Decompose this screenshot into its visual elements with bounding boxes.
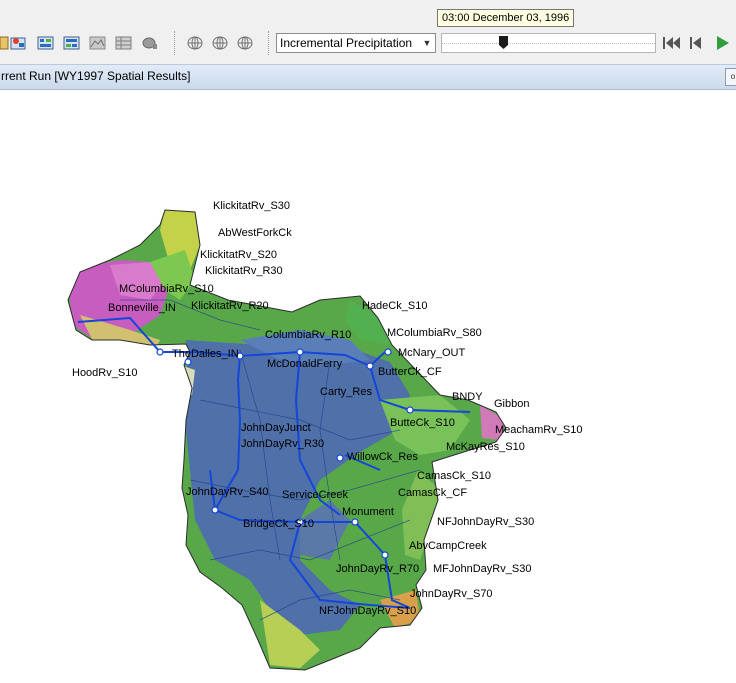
chevron-down-icon: ▼ <box>422 38 432 48</box>
map-label[interactable]: KlickitatRv_R20 <box>191 300 269 312</box>
window-titlebar: rrent Run [WY1997 Spatial Results] o <box>0 64 736 90</box>
map-label[interactable]: TheDalles_IN <box>172 348 239 360</box>
map-label[interactable]: NFJohnDayRv_S10 <box>319 605 416 617</box>
map-label[interactable]: McKayRes_S10 <box>446 441 525 453</box>
map-label[interactable]: MColumbiaRv_S10 <box>119 283 214 295</box>
compute-run-icon[interactable] <box>10 34 28 52</box>
map-label[interactable]: JohnDayRv_S40 <box>186 486 269 498</box>
map-label[interactable]: JohnDayRv_S70 <box>410 588 493 600</box>
toolbar-separator <box>268 31 270 55</box>
map-label[interactable]: Carty_Res <box>320 386 372 398</box>
map-label[interactable]: AbWestForkCk <box>218 227 292 239</box>
globe-grid-icon[interactable] <box>211 34 229 52</box>
parameter-select-value: Incremental Precipitation <box>280 36 413 50</box>
time-slider-thumb[interactable] <box>499 36 508 50</box>
map-label[interactable]: Gibbon <box>494 398 529 410</box>
terrain-icon[interactable] <box>89 34 107 52</box>
step-back-icon[interactable] <box>687 34 705 52</box>
compute-run-alt-icon[interactable] <box>37 34 55 52</box>
map-label[interactable]: HadeCk_S10 <box>362 300 427 312</box>
window-menu-button[interactable]: o <box>725 68 736 86</box>
map-label[interactable]: ColumbiaRv_R10 <box>265 329 351 341</box>
map-label[interactable]: CamasCk_S10 <box>417 470 491 482</box>
time-tooltip: 03:00 December 03, 1996 <box>437 9 575 27</box>
map-label[interactable]: Bonneville_IN <box>108 302 176 314</box>
parameter-select[interactable]: Incremental Precipitation ▼ <box>276 33 436 53</box>
map-label[interactable]: MColumbiaRv_S80 <box>387 327 482 339</box>
map-label[interactable]: AbvCampCreek <box>409 540 487 552</box>
map-label[interactable]: HoodRv_S10 <box>72 367 137 379</box>
time-slider-track <box>442 43 655 44</box>
rewind-start-icon[interactable] <box>661 34 680 52</box>
toolbar: Incremental Precipitation ▼ 03:00 Decemb… <box>0 0 736 64</box>
map-label[interactable]: ServiceCreek <box>282 489 348 501</box>
map-label[interactable]: JohnDayRv_R30 <box>241 438 324 450</box>
map-label[interactable]: JohnDayRv_R70 <box>336 563 419 575</box>
map-label[interactable]: KlickitatRv_R30 <box>205 265 283 277</box>
map-label[interactable]: McDonaldFerry <box>267 358 342 370</box>
map-label[interactable]: KlickitatRv_S30 <box>213 200 290 212</box>
map-label[interactable]: McNary_OUT <box>398 347 465 359</box>
table-icon[interactable] <box>115 34 133 52</box>
globe-grid-icon[interactable] <box>186 34 204 52</box>
window-title: rrent Run [WY1997 Spatial Results] <box>1 69 191 83</box>
toolbar-separator <box>174 31 176 55</box>
map-label[interactable]: Monument <box>342 506 394 518</box>
map-label[interactable]: MeachamRv_S10 <box>495 424 582 436</box>
spatial-results-map[interactable]: KlickitatRv_S30 AbWestForkCk KlickitatRv… <box>0 90 736 683</box>
map-label[interactable]: CamasCk_CF <box>398 487 467 499</box>
bucket-icon[interactable] <box>141 34 159 52</box>
map-label[interactable]: KlickitatRv_S20 <box>200 249 277 261</box>
globe-grid-icon[interactable] <box>236 34 254 52</box>
map-label[interactable]: MFJohnDayRv_S30 <box>433 563 531 575</box>
time-slider[interactable] <box>441 33 656 53</box>
map-label[interactable]: BridgeCk_S10 <box>243 518 314 530</box>
map-label[interactable]: NFJohnDayRv_S30 <box>437 516 534 528</box>
map-label[interactable]: JohnDayJunct <box>241 422 311 434</box>
compute-current-icon[interactable] <box>63 34 81 52</box>
map-label[interactable]: WillowCk_Res <box>347 451 418 463</box>
play-icon[interactable] <box>713 34 731 52</box>
map-label[interactable]: ButteCk_S10 <box>390 417 455 429</box>
map-label[interactable]: ButterCk_CF <box>378 366 442 378</box>
map-label[interactable]: BNDY <box>452 391 483 403</box>
